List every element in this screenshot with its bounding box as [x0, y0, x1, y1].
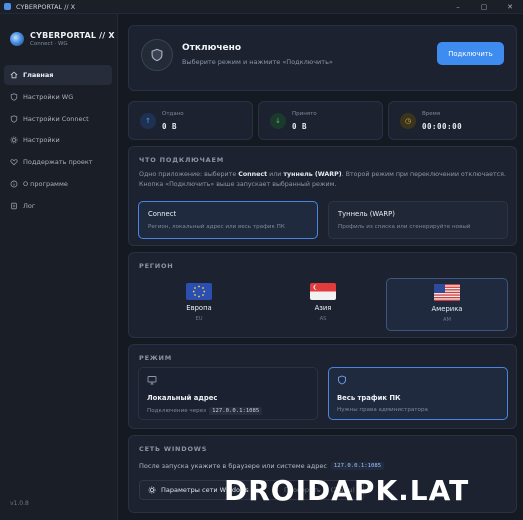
option-connect[interactable]: Connect Регион, локальный адрес или весь… — [138, 201, 318, 239]
region-section: РЕГИОН Европа EU Азия AS Америка AM — [128, 252, 517, 338]
stat-value: 00:00:00 — [422, 122, 463, 131]
singapore-flag-icon — [310, 283, 336, 300]
stat-received: ↓ Принято 0 B — [258, 101, 383, 140]
eu-flag-icon — [186, 283, 212, 300]
sidebar-item-connect-settings[interactable]: Настройки Connect — [4, 109, 112, 129]
brand-subtitle: Connect · WG — [30, 41, 68, 47]
option-title: Туннель (WARP) — [338, 210, 395, 218]
route-mode-section: РЕЖИМ Локальный адрес Подключение через 1… — [128, 344, 517, 429]
gear-icon — [10, 136, 18, 144]
sidebar-nav: Главная Настройки WG Настройки Connect Н… — [4, 65, 112, 218]
option-subtitle: Нужны права администратора — [337, 407, 428, 413]
stat-value: 0 B — [162, 122, 178, 131]
info-icon — [10, 180, 18, 188]
heart-icon — [10, 159, 18, 166]
sidebar-item-label: О программе — [23, 179, 68, 188]
window-title: CYBERPORTAL // X — [16, 2, 76, 11]
sidebar: CYBERPORTAL // X Connect · WG Главная На… — [0, 14, 118, 520]
region-name: Азия — [314, 304, 332, 312]
main-content: Отключено Выберите режим и нажмите «Подк… — [118, 14, 523, 520]
home-icon — [10, 71, 18, 79]
download-icon: ↓ — [270, 113, 286, 129]
shield-icon — [338, 375, 346, 385]
brand-logo-icon — [10, 32, 24, 46]
maximize-button[interactable]: ▢ — [471, 0, 497, 14]
sidebar-item-label: Поддержать проект — [23, 158, 93, 167]
stat-time: ◷ Время 00:00:00 — [388, 101, 517, 140]
region-america[interactable]: Америка AM — [386, 278, 508, 331]
brand: CYBERPORTAL // X Connect · WG — [10, 31, 115, 47]
app-icon — [4, 3, 11, 10]
sidebar-item-label: Главная — [23, 71, 54, 79]
option-title: Весь трафик ПК — [337, 394, 401, 402]
connect-button[interactable]: Подключить — [437, 42, 504, 65]
option-tunnel-warp[interactable]: Туннель (WARP) Профиль из списка или сге… — [328, 201, 508, 239]
sidebar-item-log[interactable]: Лог — [4, 196, 112, 216]
sidebar-item-home[interactable]: Главная — [4, 65, 112, 85]
monitor-icon — [147, 376, 157, 385]
minimize-button[interactable]: – — [445, 0, 471, 14]
stat-label: Время — [422, 111, 441, 117]
connect-mode-section: ЧТО ПОДКЛЮЧАЕМ Одно приложение: выберите… — [128, 146, 517, 246]
region-asia[interactable]: Азия AS — [262, 278, 384, 331]
option-title: Локальный адрес — [147, 394, 218, 402]
option-local-address[interactable]: Локальный адрес Подключение через 127.0.0… — [138, 367, 318, 420]
option-subtitle: Профиль из списка или сгенерируйте новый — [338, 224, 471, 230]
brand-title: CYBERPORTAL // X — [30, 31, 115, 40]
sidebar-item-about[interactable]: О программе — [4, 174, 112, 194]
region-code: AM — [442, 317, 452, 323]
proxy-address-code: 127.0.0.1:1085 — [330, 462, 385, 470]
status-shield — [141, 39, 173, 71]
region-name: Европа — [186, 304, 212, 312]
region-code: EU — [195, 316, 203, 322]
sidebar-item-label: Настройки — [23, 136, 60, 145]
section-title: СЕТЬ WINDOWS — [139, 445, 208, 453]
sidebar-item-label: Настройки Connect — [23, 114, 89, 123]
stat-label: Отдано — [162, 111, 184, 117]
region-name: Америка — [431, 305, 463, 313]
option-subtitle: Регион, локальный адрес или весь трафик … — [148, 224, 285, 230]
app-version: v1.0.8 — [10, 500, 29, 507]
option-title: Connect — [148, 210, 177, 218]
sidebar-item-wg-settings[interactable]: Настройки WG — [4, 87, 112, 107]
usa-flag-icon — [434, 284, 460, 301]
connection-status-card: Отключено Выберите режим и нажмите «Подк… — [128, 25, 517, 91]
option-subtitle: Подключение через 127.0.0.1:1085 — [147, 407, 263, 415]
stat-sent: ↑ Отдано 0 B — [128, 101, 253, 140]
section-title: РЕЖИМ — [139, 354, 173, 362]
clock-icon: ◷ — [400, 113, 416, 129]
region-code: AS — [319, 316, 327, 322]
upload-icon: ↑ — [140, 113, 156, 129]
status-title: Отключено — [182, 43, 242, 53]
sidebar-item-label: Настройки WG — [23, 92, 74, 101]
title-bar: CYBERPORTAL // X – ▢ ✕ — [0, 0, 523, 14]
local-address-code: 127.0.0.1:1085 — [209, 407, 263, 415]
sidebar-item-support[interactable]: Поддержать проект — [4, 152, 112, 172]
log-icon — [11, 202, 17, 209]
close-button[interactable]: ✕ — [497, 0, 523, 14]
window-controls: – ▢ ✕ — [445, 0, 523, 14]
connect-description: Одно приложение: выберите Connect или ту… — [139, 171, 506, 188]
stat-label: Принято — [292, 111, 317, 117]
sidebar-item-settings[interactable]: Настройки — [4, 130, 112, 150]
stat-value: 0 B — [292, 122, 308, 131]
shield-icon — [151, 48, 163, 62]
sidebar-item-label: Лог — [23, 201, 36, 210]
shield-icon — [10, 114, 18, 123]
section-title: ЧТО ПОДКЛЮЧАЕМ — [139, 156, 224, 164]
option-all-traffic[interactable]: Весь трафик ПК Нужны права администратор… — [328, 367, 508, 420]
gear-icon — [148, 486, 156, 494]
region-europe[interactable]: Европа EU — [138, 278, 260, 331]
watermark-text: DROIDAPK.LAT — [224, 474, 470, 507]
section-title: РЕГИОН — [139, 262, 174, 270]
windows-description: После запуска укажите в браузере или сис… — [139, 462, 385, 470]
status-subtitle: Выберите режим и нажмите «Подключить» — [182, 58, 333, 66]
shield-icon — [10, 93, 18, 101]
